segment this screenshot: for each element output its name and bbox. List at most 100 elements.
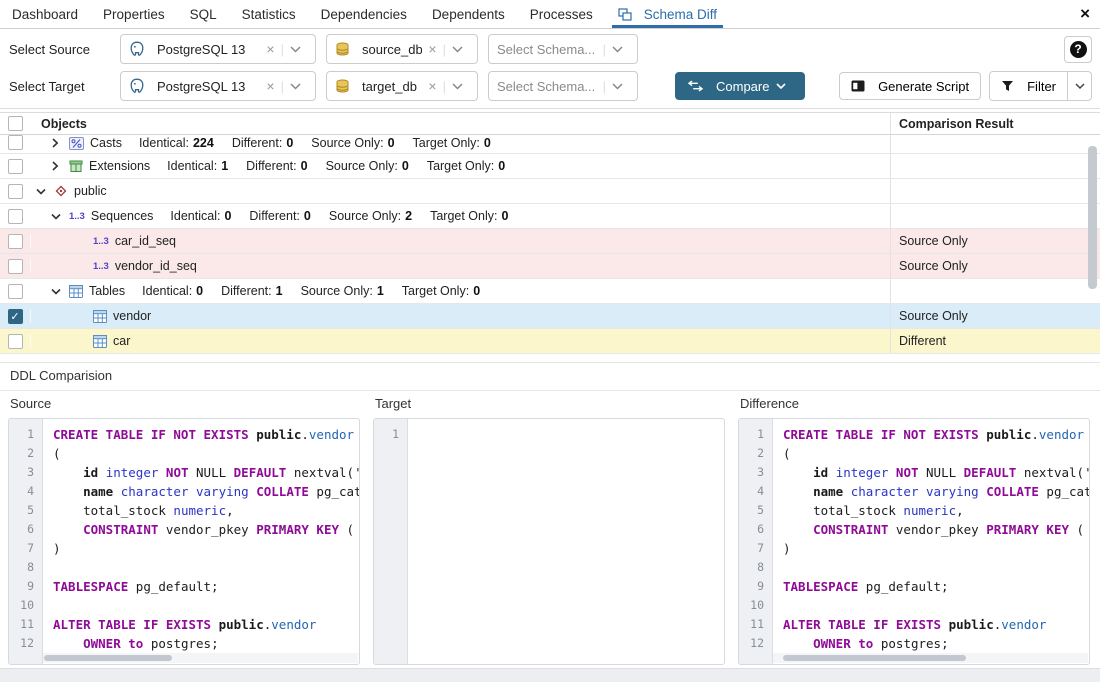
- table-icon: [93, 310, 107, 323]
- tab-label: Schema Diff: [644, 7, 717, 22]
- chevron-down-icon[interactable]: [290, 83, 301, 90]
- ddl-editor-difference: 123456789101112CREATE TABLE IF NOT EXIST…: [738, 418, 1090, 665]
- chevron-down-icon[interactable]: [612, 83, 623, 90]
- tab-dependents[interactable]: Dependents: [432, 0, 505, 28]
- horizontal-scrollbar-thumb[interactable]: [44, 655, 172, 661]
- ddl-editor-source: 123456789101112CREATE TABLE IF NOT EXIST…: [8, 418, 360, 665]
- chevron-down-icon[interactable]: [36, 187, 46, 196]
- source-schema-placeholder: Select Schema...: [497, 42, 597, 57]
- tree-row-Extensions[interactable]: ExtensionsIdentical:1Different:0Source O…: [0, 154, 1100, 179]
- tab-label: Properties: [103, 7, 165, 22]
- tab-processes[interactable]: Processes: [530, 0, 593, 28]
- row-checkbox[interactable]: [8, 209, 23, 224]
- source-schema-select[interactable]: Select Schema... |: [488, 34, 638, 64]
- ddl-panel-title-difference: Difference: [738, 396, 1090, 411]
- ddl-panels: 123456789101112CREATE TABLE IF NOT EXIST…: [8, 418, 1090, 665]
- generate-script-label: Generate Script: [878, 79, 969, 94]
- tree-row-vendor_id_seq[interactable]: 1..3vendor_id_seqSource Only: [0, 254, 1100, 279]
- objects-column-header: Objects: [30, 117, 890, 131]
- source-database-select[interactable]: source_db × |: [326, 34, 478, 64]
- combo-divider: |: [443, 79, 446, 94]
- comparison-counts: Identical:0Different:1Source Only:1Targe…: [142, 284, 480, 298]
- tree-row-car[interactable]: carDifferent: [0, 329, 1100, 354]
- tab-sql[interactable]: SQL: [190, 0, 217, 28]
- tree-row-Casts[interactable]: Casts Identical:224Different:0Source Only…: [0, 135, 1100, 154]
- tab-dependencies[interactable]: Dependencies: [321, 0, 407, 28]
- tree-row-Tables[interactable]: TablesIdentical:0Different:1Source Only:…: [0, 279, 1100, 304]
- target-server-select[interactable]: PostgreSQL 13 × |: [120, 71, 316, 101]
- tree-row-car_id_seq[interactable]: 1..3car_id_seqSource Only: [0, 229, 1100, 254]
- node-label: Casts: [90, 136, 122, 150]
- line-number-gutter: 123456789101112: [739, 419, 773, 664]
- casts-icon: [69, 137, 84, 150]
- target-server-value: PostgreSQL 13: [157, 79, 260, 94]
- divider: [0, 108, 1100, 109]
- horizontal-scrollbar-thumb[interactable]: [783, 655, 966, 661]
- comparison-tree: Objects Comparison Result Casts Identical…: [0, 112, 1100, 354]
- table-icon: [69, 285, 83, 298]
- clear-icon[interactable]: ×: [428, 41, 436, 57]
- compare-label: Compare: [716, 79, 769, 94]
- select-all-checkbox[interactable]: [8, 116, 23, 131]
- tree-row-Sequences[interactable]: 1..3SequencesIdentical:0Different:0Sourc…: [0, 204, 1100, 229]
- row-checkbox[interactable]: [8, 184, 23, 199]
- schema-icon: [54, 184, 68, 198]
- chevron-down-icon[interactable]: [612, 46, 623, 53]
- tree-row-vendor[interactable]: ✓vendorSource Only: [0, 304, 1100, 329]
- postgresql-icon: [129, 41, 145, 57]
- clear-icon[interactable]: ×: [266, 41, 274, 57]
- row-checkbox[interactable]: [8, 284, 23, 299]
- tree-row-public[interactable]: public: [0, 179, 1100, 204]
- select-target-row: Select Target PostgreSQL 13 × | target_d…: [0, 70, 1100, 102]
- row-checkbox[interactable]: [8, 334, 23, 349]
- comparison-result-column-header: Comparison Result: [890, 113, 1080, 134]
- tree-vertical-scrollbar[interactable]: [1088, 146, 1097, 289]
- node-label: vendor: [113, 309, 151, 323]
- tab-dashboard[interactable]: Dashboard: [12, 0, 78, 28]
- tab-properties[interactable]: Properties: [103, 0, 165, 28]
- tab-statistics[interactable]: Statistics: [242, 0, 296, 28]
- tab-label: Processes: [530, 7, 593, 22]
- tab-bar: Dashboard Properties SQL Statistics Dependen…: [0, 0, 1100, 29]
- filter-dropdown-button[interactable]: [1067, 72, 1091, 100]
- target-database-select[interactable]: target_db × |: [326, 71, 478, 101]
- tab-schema-diff[interactable]: Schema Diff: [618, 0, 717, 28]
- node-label: public: [74, 184, 107, 198]
- database-icon: [335, 42, 350, 56]
- chevron-down-icon[interactable]: [290, 46, 301, 53]
- row-checkbox[interactable]: [8, 135, 23, 150]
- compare-arrows-icon: [688, 80, 703, 92]
- target-schema-select[interactable]: Select Schema... |: [488, 71, 638, 101]
- clear-icon[interactable]: ×: [428, 78, 436, 94]
- tab-label: Dependents: [432, 7, 505, 22]
- sql-code: [408, 419, 724, 664]
- row-checkbox[interactable]: [8, 259, 23, 274]
- help-icon: ?: [1070, 41, 1087, 58]
- comparison-result-value: Different: [890, 329, 1080, 353]
- horizontal-scrollbar-track: [43, 653, 358, 663]
- source-server-select[interactable]: PostgreSQL 13 × |: [120, 34, 316, 64]
- chevron-down-icon[interactable]: [51, 212, 61, 221]
- combo-divider: |: [603, 42, 606, 57]
- chevron-right-icon[interactable]: [51, 138, 61, 148]
- chevron-right-icon[interactable]: [51, 161, 61, 171]
- row-checkbox[interactable]: [8, 234, 23, 249]
- close-icon[interactable]: ×: [1080, 4, 1090, 24]
- comparison-counts: Identical:224Different:0Source Only:0Tar…: [139, 136, 491, 150]
- sql-code: CREATE TABLE IF NOT EXISTS public.vendor…: [773, 419, 1089, 664]
- compare-button[interactable]: Compare: [675, 72, 805, 100]
- clear-icon[interactable]: ×: [266, 78, 274, 94]
- row-checkbox[interactable]: ✓: [8, 309, 23, 324]
- chevron-down-icon[interactable]: [51, 287, 61, 296]
- select-source-label: Select Source: [0, 42, 120, 57]
- filter-button[interactable]: Filter: [990, 72, 1067, 100]
- row-checkbox[interactable]: [8, 159, 23, 174]
- sequence-icon: 1..3: [93, 236, 109, 247]
- node-label: vendor_id_seq: [115, 259, 197, 273]
- chevron-down-icon[interactable]: [452, 46, 463, 53]
- generate-script-button[interactable]: Generate Script: [839, 72, 981, 100]
- help-button[interactable]: ?: [1064, 36, 1092, 63]
- extensions-icon: [69, 159, 83, 173]
- tree-header-row: Objects Comparison Result: [0, 113, 1100, 135]
- chevron-down-icon[interactable]: [452, 83, 463, 90]
